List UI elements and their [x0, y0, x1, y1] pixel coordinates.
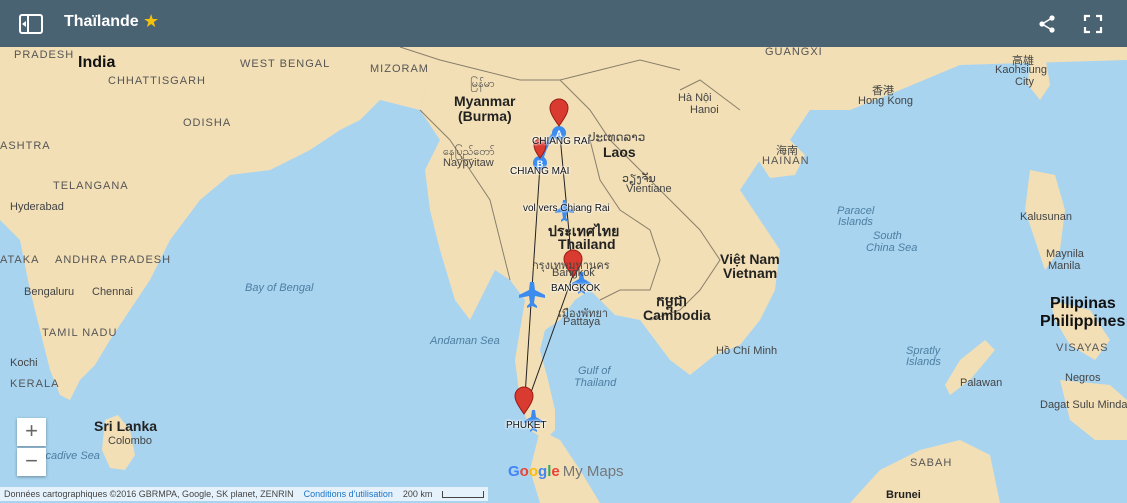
- label-india: India: [78, 54, 116, 71]
- label-paracel-2: Islands: [838, 216, 873, 228]
- label-hongkong: Hong Kong: [858, 95, 914, 107]
- label-negros: Negros: [1065, 372, 1101, 384]
- label-odisha: ODISHA: [183, 117, 232, 129]
- scale-label: 200 km: [402, 489, 433, 499]
- label-brunei: Brunei: [886, 489, 921, 501]
- route-label-chiang-rai[interactable]: CHIANG RAI: [532, 136, 590, 147]
- label-tamil-nadu: TAMIL NADU: [42, 327, 118, 339]
- label-mizoram: MIZORAM: [370, 63, 429, 75]
- label-bangkok: Bangkok: [552, 267, 595, 279]
- zoom-in-button[interactable]: +: [17, 418, 46, 446]
- label-hyderabad: Hyderabad: [10, 201, 64, 213]
- terms-link[interactable]: Conditions d'utilisation: [304, 489, 393, 499]
- share-icon[interactable]: [1037, 14, 1057, 34]
- label-chennai: Chennai: [92, 286, 133, 298]
- label-kochi: Kochi: [10, 357, 38, 369]
- label-gulf-of-thailand-1: Gulf of: [578, 365, 611, 377]
- label-laos-script: ປະເທດລາວ: [588, 130, 646, 144]
- label-south-china-sea-2: China Sea: [866, 242, 918, 254]
- label-bay-of-bengal: Bay of Bengal: [245, 282, 314, 294]
- label-vietnam-2: Vietnam: [723, 265, 778, 281]
- label-colombo: Colombo: [108, 435, 153, 447]
- star-icon[interactable]: ★: [143, 11, 159, 32]
- route-label-phuket[interactable]: PHUKET: [506, 420, 547, 431]
- label-cambodia: Cambodia: [643, 307, 711, 323]
- label-pattaya: Pattaya: [563, 316, 601, 328]
- label-visayas: VISAYAS: [1056, 342, 1109, 354]
- route-label-vol[interactable]: vol vers Chiang Rai: [523, 203, 610, 214]
- label-andaman-sea: Andaman Sea: [430, 335, 500, 347]
- zoom-out-button[interactable]: −: [17, 448, 46, 476]
- label-andhra-pradesh: ANDHRA PRADESH: [55, 254, 172, 266]
- label-kaohsiung-city: City: [1015, 76, 1034, 88]
- label-thailand: Thailand: [558, 236, 616, 252]
- scale-bar: [442, 490, 485, 498]
- label-guangxi: GUANGXI: [765, 46, 823, 58]
- label-telangana: TELANGANA: [53, 180, 129, 192]
- route-label-bangkok[interactable]: BANGKOK: [551, 283, 600, 294]
- label-bengaluru: Bengaluru: [24, 286, 75, 298]
- label-hochiminh: Hồ Chí Minh: [716, 345, 778, 357]
- label-naypyitaw: Naypyitaw: [443, 157, 494, 169]
- label-laos: Laos: [603, 144, 636, 160]
- label-maynila: Maynila: [1046, 248, 1084, 260]
- label-myanmar-burma: (Burma): [458, 108, 512, 124]
- label-philippines-1: Pilipinas: [1050, 295, 1116, 312]
- label-ashtra: ASHTRA: [0, 140, 51, 152]
- attribution-bar: Données cartographiques ©2016 GBRMPA, Go…: [0, 487, 489, 501]
- label-palawan: Palawan: [960, 377, 1003, 389]
- label-spratly-2: Islands: [906, 356, 941, 368]
- label-kaohsiung: Kaohsiung: [995, 64, 1047, 76]
- label-manila: Manila: [1048, 260, 1081, 272]
- label-sri-lanka: Sri Lanka: [94, 418, 158, 434]
- attribution-text: Données cartographiques ©2016 GBRMPA, Go…: [4, 489, 294, 499]
- label-hanoi: Hanoi: [690, 104, 719, 116]
- label-south-china-sea-1: South: [873, 230, 902, 242]
- label-kerala: KERALA: [10, 378, 60, 390]
- route-label-chiang-mai[interactable]: CHIANG MAI: [510, 166, 569, 177]
- label-gulf-of-thailand-2: Thailand: [574, 377, 617, 389]
- label-laccadive-sea: ccadive Sea: [40, 450, 100, 462]
- label-kalusunan: Kalusunan: [1020, 211, 1072, 223]
- label-ataka: ATAKA: [0, 254, 40, 266]
- label-sabah: SABAH: [910, 457, 953, 469]
- label-mindanao: Dagat Sulu Mindanao: [1040, 399, 1127, 411]
- label-hainan: HAINAN: [762, 155, 810, 167]
- label-west-bengal: WEST BENGAL: [240, 58, 331, 70]
- label-hanoi-script: Hà Nội: [678, 92, 712, 104]
- label-philippines-2: Philippines: [1040, 313, 1126, 330]
- map-header: Thaïlande ★: [0, 0, 1127, 47]
- label-vientiane: Vientiane: [626, 183, 672, 195]
- label-myanmar-script: မြန်မာ: [470, 78, 495, 90]
- map-title: Thaïlande: [64, 13, 139, 30]
- fullscreen-icon[interactable]: [1083, 14, 1103, 34]
- label-myanmar: Myanmar: [454, 93, 516, 109]
- google-my-maps-logo: Google My Maps: [508, 463, 624, 480]
- my-maps-label: My Maps: [562, 463, 624, 480]
- panel-toggle-icon[interactable]: [18, 12, 44, 36]
- label-chhattisgarh: CHHATTISGARH: [108, 75, 206, 87]
- label-pradesh: PRADESH: [14, 49, 75, 61]
